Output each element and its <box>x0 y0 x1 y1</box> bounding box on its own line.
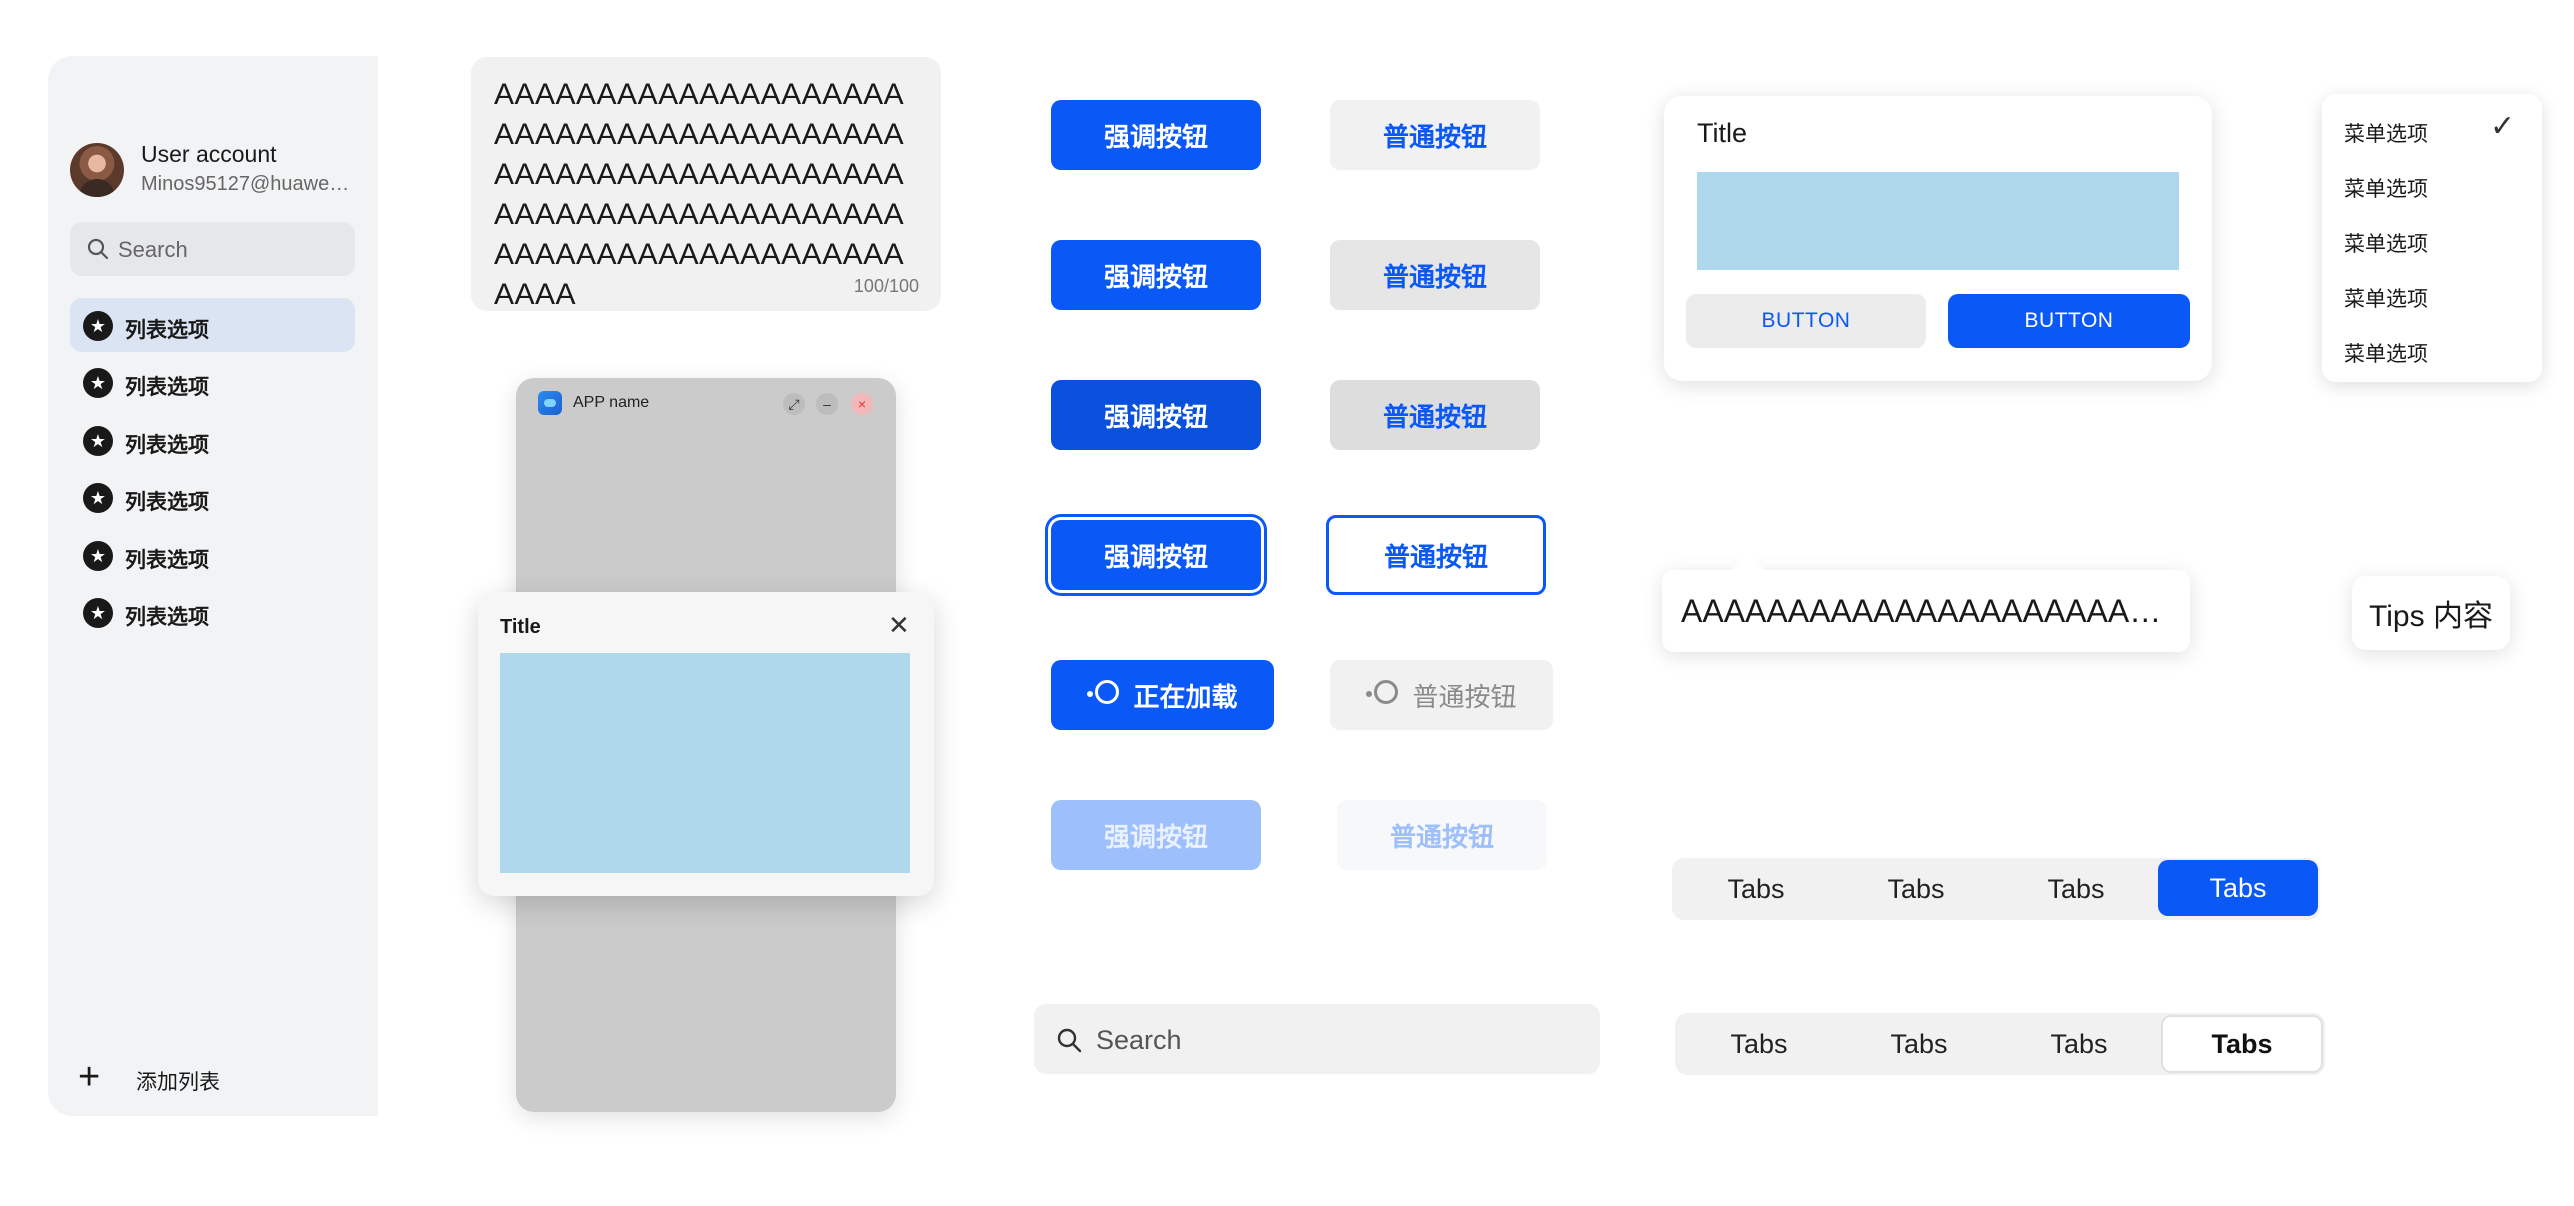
emphasis-button-hover[interactable]: 强调按钮 <box>1051 240 1261 310</box>
search-icon <box>1057 1028 1082 1053</box>
sidebar-item-label: 列表选项 <box>125 376 209 399</box>
tab-1[interactable]: Tabs <box>1679 1015 1839 1073</box>
star-icon: ★ <box>83 483 113 513</box>
search-input[interactable]: Search <box>1034 1004 1600 1074</box>
popup-text: AAAAAAAAAAAAAAAAAAAAAAAAAAAAAAAAAAAAAAAA… <box>1681 593 2171 629</box>
add-list-label: 添加列表 <box>136 1071 220 1094</box>
emphasis-button-pressed[interactable]: 强调按钮 <box>1051 380 1261 450</box>
sidebar-item-2[interactable]: ★ 列表选项 <box>70 355 355 409</box>
sidebar-search-input[interactable]: Search <box>70 222 355 276</box>
menu-item-4[interactable]: 菜单选项 <box>2344 275 2534 315</box>
normal-button-focused[interactable]: 普通按钮 <box>1326 515 1546 595</box>
maximize-icon[interactable]: ⤢ <box>783 393 805 415</box>
menu-item-label: 菜单选项 <box>2344 233 2428 256</box>
card-secondary-button[interactable]: BUTTON <box>1686 294 1926 348</box>
add-list-button[interactable]: + 添加列表 <box>78 1058 278 1098</box>
sidebar-item-label: 列表选项 <box>125 434 209 457</box>
sidebar-item-3[interactable]: ★ 列表选项 <box>70 413 355 467</box>
loading-normal-button[interactable]: 普通按钮 <box>1330 660 1553 730</box>
search-icon <box>87 238 109 260</box>
tab-4-selected[interactable]: Tabs <box>2158 860 2318 916</box>
menu-item-label: 菜单选项 <box>2344 123 2428 146</box>
tab-2[interactable]: Tabs <box>1839 1015 1999 1073</box>
loading-spinner-icon <box>1087 680 1121 710</box>
sidebar-item-1[interactable]: ★ 列表选项 <box>70 298 355 352</box>
checkmark-icon: ✓ <box>2490 110 2516 143</box>
tab-3[interactable]: Tabs <box>1996 860 2156 918</box>
user-email: Minos95127@huawei.com <box>141 173 351 195</box>
tab-2[interactable]: Tabs <box>1836 860 1996 918</box>
tooltip: Tips 内容 <box>2352 576 2510 650</box>
menu-item-label: 菜单选项 <box>2344 178 2428 201</box>
normal-button[interactable]: 普通按钮 <box>1330 100 1540 170</box>
star-icon: ★ <box>83 426 113 456</box>
card-primary-button[interactable]: BUTTON <box>1948 294 2190 348</box>
sidebar-item-6[interactable]: ★ 列表选项 <box>70 585 355 639</box>
search-placeholder: Search <box>1096 1025 1182 1055</box>
sidebar-item-5[interactable]: ★ 列表选项 <box>70 528 355 582</box>
sidebar-search-placeholder: Search <box>118 237 188 262</box>
star-icon: ★ <box>83 311 113 341</box>
emphasis-button-disabled[interactable]: 强调按钮 <box>1051 800 1261 870</box>
card-content-placeholder <box>1697 172 2179 270</box>
card-title: Title <box>1697 118 1748 148</box>
normal-button-disabled[interactable]: 普通按钮 <box>1337 800 1547 870</box>
sidebar-item-label: 列表选项 <box>125 491 209 514</box>
user-account-name: User account <box>141 141 277 167</box>
tab-3[interactable]: Tabs <box>1999 1015 2159 1073</box>
normal-button-pressed[interactable]: 普通按钮 <box>1330 380 1540 450</box>
menu-item-label: 菜单选项 <box>2344 288 2428 311</box>
menu-item-2[interactable]: 菜单选项 <box>2344 165 2534 205</box>
minimize-icon[interactable]: – <box>816 393 838 415</box>
dialog-content-placeholder <box>500 653 910 873</box>
text-area[interactable]: AAAAAAAAAAAAAAAAAAAAAAAAAAAAAAAAAAAAAAAA… <box>471 57 941 311</box>
dialog-title: Title <box>500 616 541 638</box>
tab-1[interactable]: Tabs <box>1676 860 1836 918</box>
plus-icon: + <box>78 1056 101 1098</box>
menu-item-5[interactable]: 菜单选项 <box>2344 330 2534 370</box>
star-icon: ★ <box>83 598 113 628</box>
close-icon[interactable]: ✕ <box>888 612 910 638</box>
loading-normal-label: 普通按钮 <box>1412 681 1517 712</box>
star-icon: ★ <box>83 368 113 398</box>
star-icon: ★ <box>83 541 113 571</box>
close-window-icon[interactable]: × <box>851 393 873 415</box>
normal-button-hover[interactable]: 普通按钮 <box>1330 240 1540 310</box>
emphasis-button[interactable]: 强调按钮 <box>1051 100 1261 170</box>
avatar[interactable] <box>70 143 124 197</box>
sidebar-item-label: 列表选项 <box>125 606 209 629</box>
sidebar-item-4[interactable]: ★ 列表选项 <box>70 470 355 524</box>
loading-label: 正在加载 <box>1133 681 1238 712</box>
loading-emphasis-button[interactable]: 正在加载 <box>1051 660 1274 730</box>
sidebar-item-label: 列表选项 <box>125 549 209 572</box>
character-counter: 100/100 <box>853 276 919 296</box>
loading-spinner-icon <box>1366 680 1400 710</box>
menu-item-label: 菜单选项 <box>2344 343 2428 366</box>
emphasis-button-focused[interactable]: 强调按钮 <box>1051 520 1261 590</box>
tab-4-selected[interactable]: Tabs <box>2161 1015 2323 1073</box>
sidebar-item-label: 列表选项 <box>125 319 209 342</box>
menu-item-3[interactable]: 菜单选项 <box>2344 220 2534 260</box>
app-name: APP name <box>573 394 650 411</box>
app-icon <box>538 391 562 415</box>
popup-arrow <box>1730 552 1766 572</box>
